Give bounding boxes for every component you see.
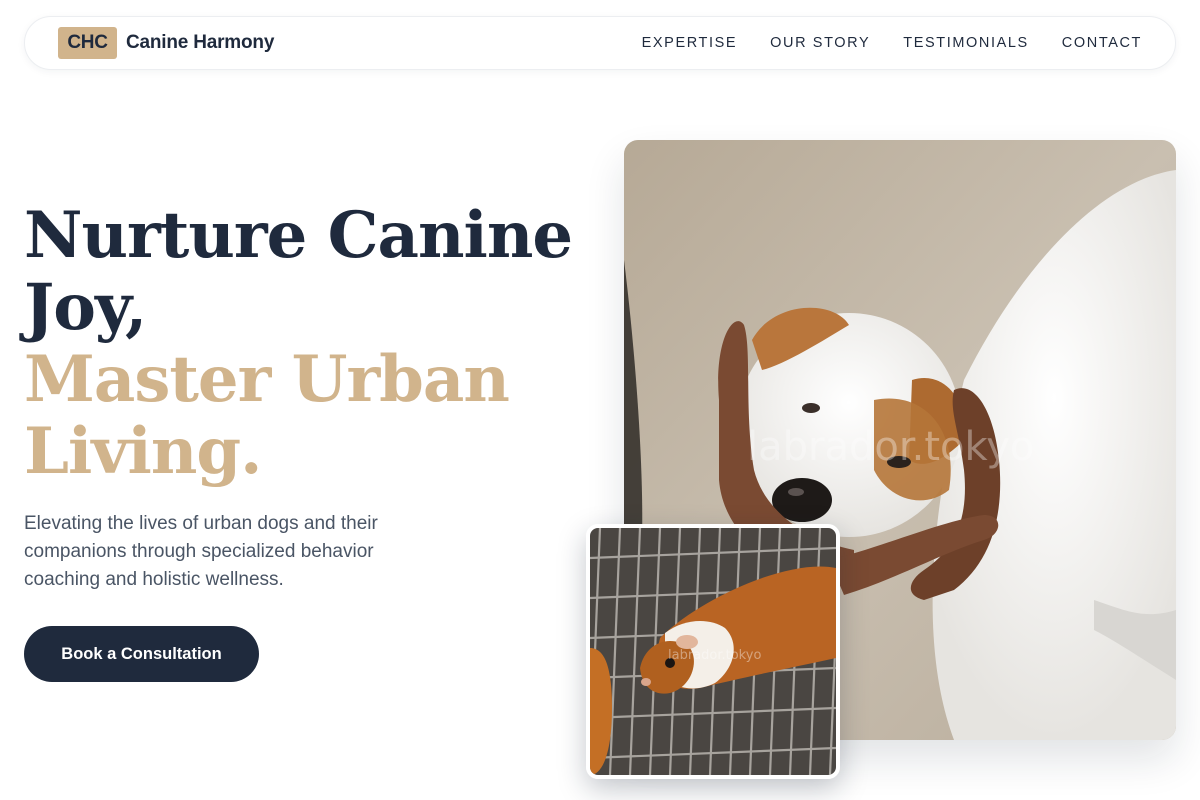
main-photo-watermark: labrador.tokyo [747, 424, 1034, 470]
hero-title-accent-2: Living. [24, 414, 262, 489]
nav-link-our-story[interactable]: OUR STORY [770, 35, 870, 51]
brand[interactable]: CHC Canine Harmony [58, 27, 274, 59]
hero-subtitle: Elevating the lives of urban dogs and th… [24, 513, 378, 590]
nav-link-expertise[interactable]: EXPERTISE [642, 35, 738, 51]
nav-link-contact[interactable]: CONTACT [1062, 35, 1142, 51]
guinea-pig-photo: labrador.tokyo [586, 524, 840, 779]
hero-title-accent-1: Master Urban [24, 342, 510, 417]
top-navbar: CHC Canine Harmony EXPERTISE OUR STORY T… [24, 16, 1176, 70]
nav-link-testimonials[interactable]: TESTIMONIALS [903, 35, 1029, 51]
hero-title-line-1: Nurture Canine [24, 198, 573, 273]
small-photo-watermark: labrador.tokyo [668, 648, 761, 663]
brand-name: Canine Harmony [126, 32, 275, 53]
book-consultation-button[interactable]: Book a Consultation [24, 626, 259, 682]
hero-title-line-2: Joy, [24, 270, 147, 345]
logo-badge: CHC [58, 27, 117, 59]
guinea-pig-illustration: labrador.tokyo [590, 528, 836, 775]
hero-title: Nurture Canine Joy, Master Urban Living. [24, 200, 584, 488]
nav-links: EXPERTISE OUR STORY TESTIMONIALS CONTACT [642, 35, 1142, 51]
